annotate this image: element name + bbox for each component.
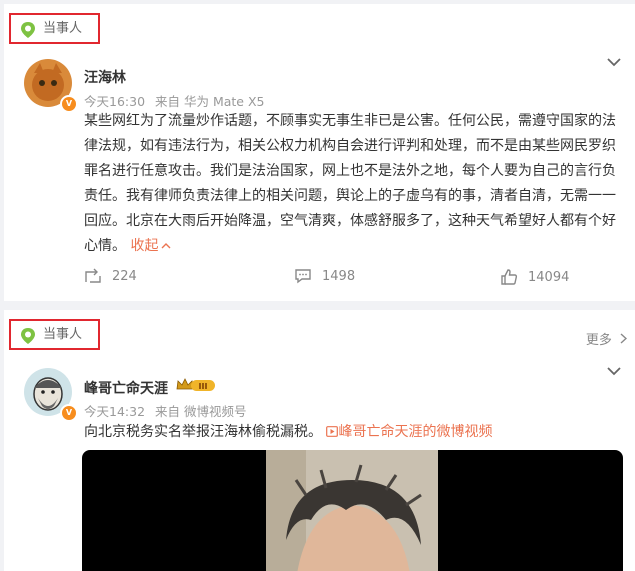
thumbs-up-icon [501, 269, 518, 285]
post-body: 某些网红为了流量炒作话题，不顾事实无事生非已是公害。任何公民，需遵守国家的法律法… [84, 113, 616, 254]
weibo-post-1: 当事人 V 汪海林 今天16:30 来自 华为 Mate X5 某些网红为了流量… [4, 4, 635, 301]
collapse-link[interactable]: 收起 [130, 238, 171, 254]
video-link-label: 峰哥亡命天涯的微博视频 [338, 424, 493, 440]
post-source: 来自 华为 Mate X5 [155, 94, 265, 109]
author-name[interactable]: 峰哥亡命天涯 [84, 378, 168, 398]
post-meta: 今天16:30 来自 华为 Mate X5 [84, 91, 271, 110]
comment-count: 1498 [322, 268, 356, 284]
party-tag-label: 当事人 [43, 21, 83, 36]
level-text: III [199, 382, 208, 391]
collapse-label: 收起 [130, 238, 159, 254]
more-label: 更多 [585, 333, 612, 348]
chevron-down-icon[interactable] [607, 57, 621, 67]
verified-badge-icon: V [60, 404, 78, 422]
repost-count: 224 [112, 268, 137, 284]
post-time[interactable]: 今天14:32 [84, 404, 145, 419]
post-body: 向北京税务实名举报汪海林偷税漏税。 [84, 424, 322, 440]
post-text: 某些网红为了流量炒作话题，不顾事实无事生非已是公害。任何公民，需遵守国家的法律法… [84, 109, 624, 259]
verified-badge-icon: V [60, 95, 78, 113]
party-tag-box: 当事人 [9, 319, 100, 350]
chevron-down-icon[interactable] [607, 366, 621, 376]
party-tag-label: 当事人 [43, 327, 83, 342]
post-text: 向北京税务实名举报汪海林偷税漏税。 峰哥亡命天涯的微博视频 [84, 422, 624, 442]
crown-level-badge-icon: III [176, 378, 215, 391]
video-link[interactable]: 峰哥亡命天涯的微博视频 [326, 424, 492, 440]
chevron-up-icon [161, 243, 171, 249]
post-time[interactable]: 今天16:30 [84, 94, 145, 109]
post-source: 来自 微博视频号 [155, 404, 247, 419]
chevron-right-icon [620, 333, 627, 344]
like-button[interactable]: 14094 [500, 268, 569, 286]
location-pin-icon [21, 22, 35, 38]
repost-icon [85, 268, 101, 283]
party-tag-box: 当事人 [9, 13, 100, 44]
comment-icon [295, 269, 311, 284]
location-pin-icon [21, 328, 35, 344]
post-meta: 今天14:32 来自 微博视频号 [84, 401, 253, 420]
video-player[interactable] [82, 450, 623, 571]
more-link[interactable]: 更多 [586, 329, 627, 348]
video-frame [266, 450, 438, 571]
like-count: 14094 [528, 269, 570, 285]
video-icon [326, 426, 339, 437]
repost-button[interactable]: 224 [84, 268, 137, 284]
author-name[interactable]: 汪海林 [84, 67, 126, 87]
action-bar: 224 1498 14094 [4, 268, 635, 298]
weibo-post-2: 当事人 更多 V 峰哥亡命天涯 III 今天14:32 来自 微博视频号 向北京… [4, 310, 635, 571]
comment-button[interactable]: 1498 [294, 268, 355, 284]
